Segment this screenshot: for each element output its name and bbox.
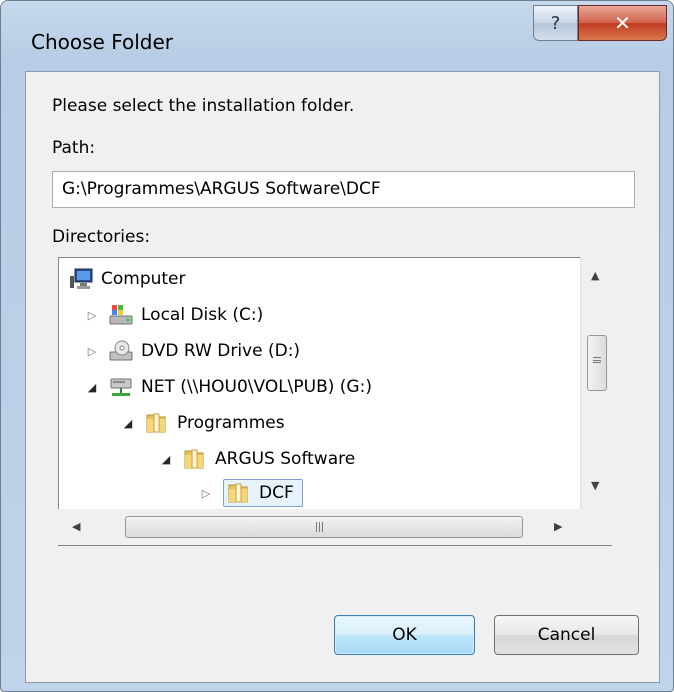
collapse-arrow-icon[interactable]: ◢ [121,417,135,430]
scrollbar-corner [580,509,612,545]
tree-item-label: NET (\\HOU0\VOL\PUB) (G:) [141,377,372,397]
tree-item-network-drive[interactable]: ◢ NET (\\HOU0\VOL\PUB) (G:) [85,370,372,404]
help-icon: ? [550,12,561,34]
horizontal-scrollbar[interactable]: ◀ ▶ [58,509,580,545]
expand-arrow-icon[interactable]: ▷ [85,345,99,358]
selection-highlight: DCF [223,479,303,507]
tree-item-programmes[interactable]: ◢ Programmes [121,406,285,440]
window-title: Choose Folder [31,30,174,54]
vertical-scroll-thumb[interactable] [587,335,607,391]
scroll-left-icon[interactable]: ◀ [72,520,80,533]
instruction-text: Please select the installation folder. [52,96,355,116]
tree-item-label: Computer [101,269,186,289]
directories-label: Directories: [52,227,151,247]
folder-icon [183,448,207,470]
path-label: Path: [52,138,96,158]
tree-item-dvd-drive[interactable]: ▷ DVD RW Drive (D:) [85,334,300,368]
folder-icon [145,412,169,434]
tree-item-computer[interactable]: Computer [69,262,186,296]
tree-item-dcf[interactable]: ▷ DCF [199,476,303,510]
horizontal-scroll-thumb[interactable] [125,516,523,538]
scroll-up-icon[interactable]: ▲ [591,269,599,282]
scroll-down-icon[interactable]: ▼ [591,479,599,492]
help-button[interactable]: ? [533,5,578,41]
network-drive-icon [109,376,133,398]
expand-arrow-icon[interactable]: ▷ [85,309,99,322]
cancel-button[interactable]: Cancel [494,615,639,655]
title-bar[interactable]: Choose Folder ? ✕ [1,1,673,71]
collapse-arrow-icon[interactable]: ◢ [159,453,173,466]
dialog-body: Please select the installation folder. P… [25,71,660,683]
folder-icon [227,482,251,504]
choose-folder-dialog: Choose Folder ? ✕ Please select the inst… [0,0,674,692]
close-icon: ✕ [614,11,631,35]
local-disk-icon [109,304,133,326]
tree-item-label: DCF [259,483,294,503]
tree-item-label: DVD RW Drive (D:) [141,341,301,361]
collapse-arrow-icon[interactable]: ◢ [85,381,99,394]
tree-item-label: Local Disk (C:) [141,305,264,325]
ok-button[interactable]: OK [334,615,475,655]
directory-tree[interactable]: Computer ▷ Local Disk (C:) ▷ DVD RW Driv… [58,257,612,546]
vertical-scrollbar[interactable]: ▲ ▼ [580,257,612,509]
tree-item-label: ARGUS Software [215,449,356,469]
computer-icon [69,268,93,290]
close-button[interactable]: ✕ [578,5,667,41]
dvd-drive-icon [109,340,133,362]
tree-item-argus-software[interactable]: ◢ ARGUS Software [159,442,355,476]
tree-item-label: Programmes [177,413,285,433]
tree-item-local-disk[interactable]: ▷ Local Disk (C:) [85,298,263,332]
path-input[interactable]: G:\Programmes\ARGUS Software\DCF [52,171,635,208]
expand-arrow-icon[interactable]: ▷ [199,487,213,500]
scroll-right-icon[interactable]: ▶ [554,520,562,533]
